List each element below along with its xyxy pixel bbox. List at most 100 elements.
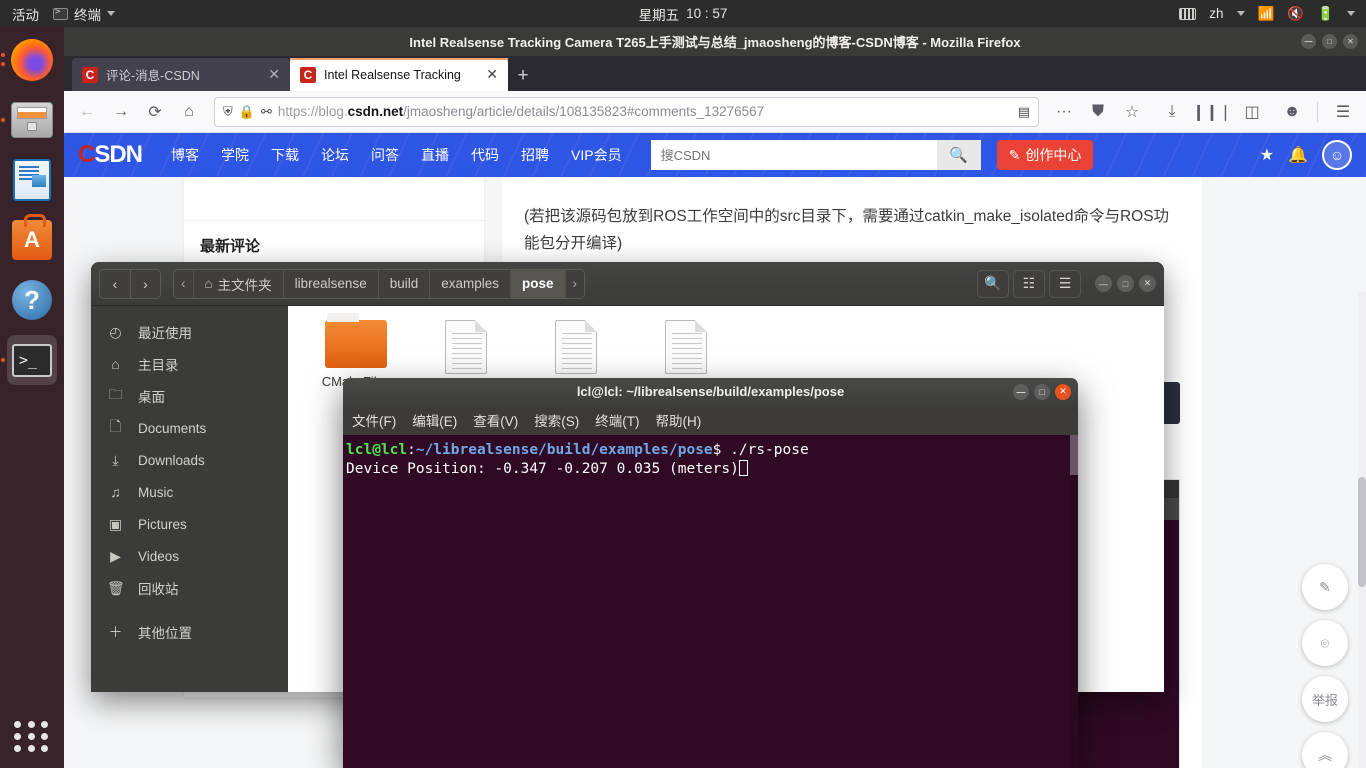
- csdn-search-input[interactable]: [650, 140, 937, 170]
- battery-icon[interactable]: 🔋: [1317, 6, 1334, 22]
- browser-tab-article[interactable]: C Intel Realsense Tracking ✕: [290, 58, 508, 91]
- input-language-indicator[interactable]: zh: [1209, 6, 1223, 21]
- show-applications-button[interactable]: [14, 718, 50, 754]
- back-button[interactable]: ←: [72, 97, 102, 127]
- firefox-maximize-button[interactable]: □: [1322, 34, 1337, 49]
- terminal-output-area[interactable]: lcl@lcl:~/librealsense/build/examples/po…: [343, 435, 1078, 768]
- permissions-icon[interactable]: ⚯: [261, 104, 272, 120]
- home-button[interactable]: ⌂: [174, 97, 204, 127]
- dock-item-libreoffice-impress[interactable]: [7, 155, 57, 205]
- user-avatar[interactable]: ☺: [1322, 140, 1352, 170]
- bell-icon[interactable]: 🔔: [1288, 145, 1308, 165]
- search-icon[interactable]: 🔍: [936, 140, 981, 170]
- csdn-nav-qa[interactable]: 问答: [360, 145, 410, 165]
- dock-item-ubuntu-software[interactable]: [7, 214, 57, 265]
- dock-item-terminal[interactable]: >_: [1, 335, 57, 385]
- sidebar-item-other-locations[interactable]: ＋ 其他位置: [91, 616, 288, 648]
- firefox-close-button[interactable]: ✕: [1343, 34, 1358, 49]
- csdn-create-center-button[interactable]: ✎ 创作中心: [996, 140, 1094, 170]
- sidebar-icon[interactable]: ◫: [1237, 97, 1267, 127]
- search-icon[interactable]: 🔍: [977, 269, 1009, 298]
- pocket-icon[interactable]: ⛊: [1083, 97, 1113, 127]
- breadcrumb-build[interactable]: build: [377, 269, 430, 298]
- breadcrumb-librealsense[interactable]: librealsense: [282, 269, 378, 298]
- files-minimize-button[interactable]: —: [1095, 275, 1112, 292]
- sidebar-item-desktop[interactable]: 🗀 桌面: [91, 380, 288, 412]
- library-icon[interactable]: ❙❙❘: [1192, 97, 1232, 127]
- files-close-button[interactable]: ✕: [1139, 275, 1156, 292]
- terminal-menu-edit[interactable]: 编辑(E): [412, 410, 457, 430]
- terminal-scrollbar[interactable]: [1070, 435, 1078, 768]
- reader-view-icon[interactable]: ▤: [1018, 104, 1030, 120]
- terminal-menu-terminal[interactable]: 终端(T): [595, 410, 639, 430]
- breadcrumb-scroll-left[interactable]: ‹: [174, 269, 193, 298]
- csdn-nav-code[interactable]: 代码: [460, 145, 510, 165]
- terminal-scrollbar-thumb[interactable]: [1070, 435, 1078, 475]
- tab-close-icon[interactable]: ✕: [268, 66, 280, 83]
- shield-icon[interactable]: ⛨: [223, 104, 233, 120]
- csdn-nav-jobs[interactable]: 招聘: [510, 145, 560, 165]
- terminal-close-button[interactable]: ✕: [1055, 383, 1071, 400]
- sidebar-item-home[interactable]: ⌂ 主目录: [91, 348, 288, 380]
- page-actions-icon[interactable]: ···: [1049, 97, 1079, 127]
- sidebar-item-documents[interactable]: 🗋 Documents: [91, 412, 288, 444]
- customer-service-button[interactable]: ⌾: [1302, 620, 1348, 666]
- sidebar-item-recent[interactable]: ◴ 最近使用: [91, 316, 288, 348]
- bookmark-star-icon[interactable]: ☆: [1117, 97, 1147, 127]
- breadcrumb-pose[interactable]: pose: [510, 269, 565, 298]
- csdn-nav-college[interactable]: 学院: [210, 145, 260, 165]
- activities-button[interactable]: 活动: [12, 4, 39, 24]
- breadcrumb-examples[interactable]: examples: [429, 269, 511, 298]
- terminal-maximize-button[interactable]: □: [1034, 383, 1050, 400]
- list-view-icon[interactable]: ☷: [1013, 269, 1045, 298]
- terminal-menu-file[interactable]: 文件(F): [352, 410, 396, 430]
- files-back-button[interactable]: ‹: [100, 269, 130, 298]
- url-bar[interactable]: ⛨ 🔒 ⚯ https://blog.csdn.net/jmaosheng/ar…: [214, 96, 1039, 127]
- csdn-nav-live[interactable]: 直播: [410, 145, 460, 165]
- terminal-menu-help[interactable]: 帮助(H): [656, 410, 702, 430]
- sidebar-item-trash[interactable]: 🗑 回收站: [91, 572, 288, 604]
- csdn-nav-forum[interactable]: 论坛: [310, 145, 360, 165]
- hamburger-menu-icon[interactable]: ☰: [1328, 97, 1358, 127]
- forward-button[interactable]: →: [106, 97, 136, 127]
- lock-icon[interactable]: 🔒: [239, 104, 255, 120]
- sidebar-item-pictures[interactable]: ▣ Pictures: [91, 508, 288, 540]
- account-icon[interactable]: ☻: [1277, 97, 1307, 127]
- report-button[interactable]: 举报: [1302, 676, 1348, 722]
- download-icon[interactable]: ⤓: [1157, 97, 1187, 127]
- back-to-top-button[interactable]: ︽: [1302, 732, 1348, 768]
- hamburger-menu-icon[interactable]: ☰: [1049, 269, 1081, 298]
- breadcrumb-scroll-right[interactable]: ›: [564, 269, 585, 298]
- page-scrollbar-thumb[interactable]: [1358, 477, 1366, 587]
- top-bar-status-area[interactable]: zh 📶 🔇 🔋: [1179, 6, 1366, 22]
- write-article-button[interactable]: ✎: [1302, 564, 1348, 610]
- dock-item-files[interactable]: [1, 95, 57, 145]
- dock-item-help[interactable]: ?: [7, 275, 57, 325]
- firefox-minimize-button[interactable]: —: [1301, 34, 1316, 49]
- new-tab-button[interactable]: +: [508, 61, 538, 91]
- breadcrumb-home[interactable]: ⌂ 主文件夹: [192, 269, 283, 298]
- csdn-nav-vip[interactable]: VIP会员: [560, 145, 633, 165]
- sidebar-item-videos[interactable]: ▶ Videos: [91, 540, 288, 572]
- files-forward-button[interactable]: ›: [130, 269, 160, 298]
- reload-button[interactable]: ⟳: [140, 97, 170, 127]
- tab-close-icon[interactable]: ✕: [486, 66, 498, 83]
- wifi-icon[interactable]: 📶: [1258, 6, 1275, 22]
- keyboard-icon[interactable]: [1179, 7, 1197, 20]
- top-bar-clock[interactable]: 星期五 10 : 57: [0, 4, 1366, 24]
- app-menu-button[interactable]: 终端: [53, 4, 115, 24]
- terminal-minimize-button[interactable]: —: [1013, 383, 1029, 400]
- terminal-menu-search[interactable]: 搜索(S): [534, 410, 579, 430]
- dock-item-firefox[interactable]: [1, 35, 57, 85]
- sidebar-item-downloads[interactable]: ⤓ Downloads: [91, 444, 288, 476]
- sidebar-item-music[interactable]: ♫ Music: [91, 476, 288, 508]
- csdn-search-box[interactable]: 🔍: [650, 140, 981, 170]
- csdn-nav-blog[interactable]: 博客: [160, 145, 210, 165]
- terminal-menu-view[interactable]: 查看(V): [473, 410, 518, 430]
- star-icon[interactable]: ★: [1260, 145, 1274, 165]
- files-maximize-button[interactable]: □: [1117, 275, 1134, 292]
- csdn-nav-download[interactable]: 下载: [260, 145, 310, 165]
- volume-muted-icon[interactable]: 🔇: [1287, 6, 1304, 22]
- csdn-logo[interactable]: CSDN: [78, 141, 143, 169]
- browser-tab-comments[interactable]: C 评论-消息-CSDN ✕: [72, 58, 290, 91]
